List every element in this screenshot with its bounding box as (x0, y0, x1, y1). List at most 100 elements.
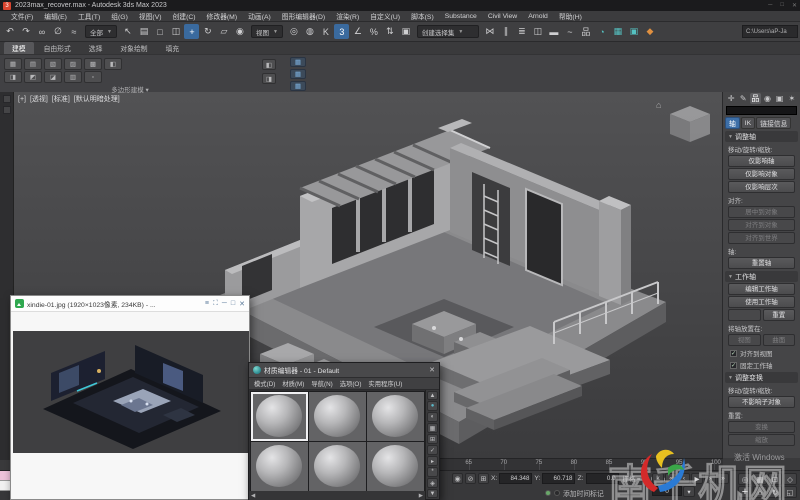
select-by-material-icon[interactable]: ◈ (427, 478, 438, 488)
material-editor-icon[interactable]: ◔ (594, 24, 609, 39)
selection-lock-icon[interactable]: ⊘ (465, 473, 476, 484)
menu-item[interactable]: 修改器(M) (202, 11, 243, 21)
go-end-icon[interactable]: » (717, 473, 729, 484)
material-slot[interactable] (251, 442, 308, 491)
window-crossing-icon[interactable]: ◫ (168, 24, 183, 39)
angle-snap-icon[interactable]: ∠ (350, 24, 365, 39)
viewcube[interactable] (670, 106, 710, 142)
material-editor-titlebar[interactable]: 材质编辑器 - 01 - Default ✕ (249, 363, 439, 378)
redo-icon[interactable]: ↷ (19, 24, 34, 39)
window-control-button[interactable]: ✕ (792, 2, 797, 9)
options-icon[interactable]: * (427, 467, 438, 477)
poly-vertex-icon[interactable]: ▦ (4, 58, 22, 70)
select-scale-icon[interactable]: ▱ (216, 24, 231, 39)
zoom-all-icon[interactable]: ▦ (753, 473, 767, 485)
layer-manager-icon[interactable]: ≣ (514, 24, 529, 39)
spinner-snap-icon[interactable]: ⇅ (382, 24, 397, 39)
menu-item[interactable]: 帮助(H) (554, 11, 587, 21)
dont-affect-children-button[interactable]: 不影响子对象 (728, 396, 795, 408)
material-editor-window[interactable]: 材质编辑器 - 01 - Default ✕ 模式(D) 材质(M) 导航(N) 选项… (248, 362, 440, 500)
align-to-object-button[interactable]: 对齐到对象 (728, 219, 795, 231)
project-path-field[interactable]: C:\Users\aP-Ja (742, 25, 798, 38)
menu-item[interactable]: 编辑(E) (39, 11, 72, 21)
motion-tab-icon[interactable]: ◉ (762, 93, 773, 104)
snap-toggle-3d-icon[interactable]: 3 (334, 24, 349, 39)
reset-transform-button[interactable]: 变换 (728, 421, 795, 433)
poly-obj-icon[interactable]: ◧ (104, 58, 122, 70)
menu-item[interactable]: 文件(F) (6, 11, 38, 21)
named-selection-set-dropdown[interactable]: 创建选择集▼ (417, 25, 479, 38)
ribbon-panel-label[interactable]: 多边形建模 ▾ (2, 84, 258, 94)
reset-pivot-button[interactable]: 重置轴 (728, 257, 795, 269)
material-editor-menu-item[interactable]: 模式(D) (254, 379, 275, 388)
menu-item[interactable]: 组(G) (106, 11, 133, 21)
edit-working-pivot-button[interactable]: 编辑工作轴 (728, 283, 795, 295)
y-coordinate-field[interactable]: 60.718 (542, 473, 575, 484)
menu-item[interactable]: 渲染(R) (331, 11, 364, 21)
unlink-icon[interactable]: ∅ (51, 24, 66, 39)
maximize-viewport-icon[interactable]: ◱ (783, 486, 797, 498)
reference-coordinate-dropdown[interactable]: 视图▼ (251, 25, 283, 38)
material-editor-menu-item[interactable]: 导航(N) (311, 379, 332, 388)
pan-icon[interactable]: + (738, 486, 752, 498)
affect-hierarchy-only-button[interactable]: 仅影响层次 (728, 181, 795, 193)
video-color-check-icon[interactable]: ✓ (427, 445, 438, 455)
select-object-icon[interactable]: ↖ (120, 24, 135, 39)
ribbon-tab[interactable]: 选择 (81, 42, 111, 54)
utilities-tab-icon[interactable]: ✶ (786, 93, 797, 104)
close-icon[interactable]: ✕ (429, 366, 435, 374)
object-name-field[interactable] (726, 106, 797, 115)
select-rotate-icon[interactable]: ↻ (200, 24, 215, 39)
ribbon-tab[interactable]: 建模 (4, 42, 34, 54)
material-slot[interactable] (309, 442, 366, 491)
viewport-menu-plus[interactable]: [+] (18, 96, 26, 103)
viewport-layout-tab-icon[interactable] (3, 106, 11, 114)
material-editor-menu-item[interactable]: 选项(O) (340, 379, 362, 388)
use-working-pivot-button[interactable]: 使用工作轴 (728, 296, 795, 308)
material-editor-menu-item[interactable]: 实用程序(U) (368, 379, 402, 388)
material-slot[interactable] (309, 392, 366, 441)
make-preview-icon[interactable]: ▸ (427, 456, 438, 466)
display-tab-icon[interactable]: ▣ (774, 93, 785, 104)
reset-scale-button[interactable]: 缩放 (728, 434, 795, 446)
scroll-right-icon[interactable]: ▶ (417, 493, 425, 499)
poly-edge-icon[interactable]: ▤ (24, 58, 42, 70)
add-time-tag[interactable]: 添加时间标记 (563, 488, 604, 498)
ribbon-mini1-icon[interactable]: ◧ (262, 59, 276, 70)
sample-tiling-icon[interactable]: ⊞ (427, 434, 438, 444)
material-slot[interactable] (367, 442, 424, 491)
ribbon-blue1-icon[interactable]: ▦ (290, 57, 306, 67)
ribbon-tab[interactable]: 填充 (158, 42, 188, 54)
menu-item[interactable]: 创建(C) (168, 11, 201, 21)
sample-type-icon[interactable]: ● (427, 401, 438, 411)
hierarchy-subtab[interactable]: 链接信息 (756, 117, 791, 129)
rollout-working-pivot[interactable]: ▼工作轴 (725, 271, 798, 282)
viewer-fullscreen-icon[interactable]: ⛶ (213, 300, 218, 308)
poly-face-icon[interactable]: ▨ (64, 58, 82, 70)
poly-tool5-icon[interactable]: ▫ (84, 71, 102, 83)
window-control-button[interactable]: □ (780, 2, 784, 9)
use-center-icon[interactable]: ◎ (286, 24, 301, 39)
rollout-adjust-transform[interactable]: ▼调整变换 (725, 372, 798, 383)
align-to-world-button[interactable]: 对齐到世界 (728, 232, 795, 244)
image-viewer-titlebar[interactable]: xindie-01.jpg (1920×1023像素, 234KB) - ...… (11, 296, 249, 312)
select-manipulate-icon[interactable]: ◍ (302, 24, 317, 39)
transform-type-in-icon[interactable]: ⊞ (478, 473, 489, 484)
key-mode-icon[interactable]: k (652, 473, 664, 484)
keyboard-override-icon[interactable]: K (318, 24, 333, 39)
current-frame-field[interactable]: 0 (652, 486, 682, 496)
rendered-frame-icon[interactable]: ▣ (626, 24, 641, 39)
rect-region-icon[interactable]: □ (152, 24, 167, 39)
scroll-left-icon[interactable]: ◀ (249, 493, 257, 499)
viewport-label[interactable]: [+][透视][标准][默认明暗处理] (18, 94, 124, 104)
menu-item[interactable]: 图形编辑器(D) (277, 11, 330, 21)
place-pivot-surface-button[interactable]: 曲面 (763, 334, 796, 346)
auto-key-toggle[interactable] (545, 490, 551, 496)
rendered-image[interactable] (13, 331, 249, 453)
viewport-layout-tab-icon[interactable] (3, 95, 11, 103)
working-pivot-reset-button[interactable]: 重置 (763, 309, 796, 321)
hierarchy-subtab[interactable]: IK (741, 117, 755, 129)
selection-filter-dropdown[interactable]: 全部▼ (85, 25, 117, 38)
hierarchy-subtab[interactable]: 轴 (725, 117, 740, 129)
material-editor-menu-item[interactable]: 材质(M) (282, 379, 304, 388)
